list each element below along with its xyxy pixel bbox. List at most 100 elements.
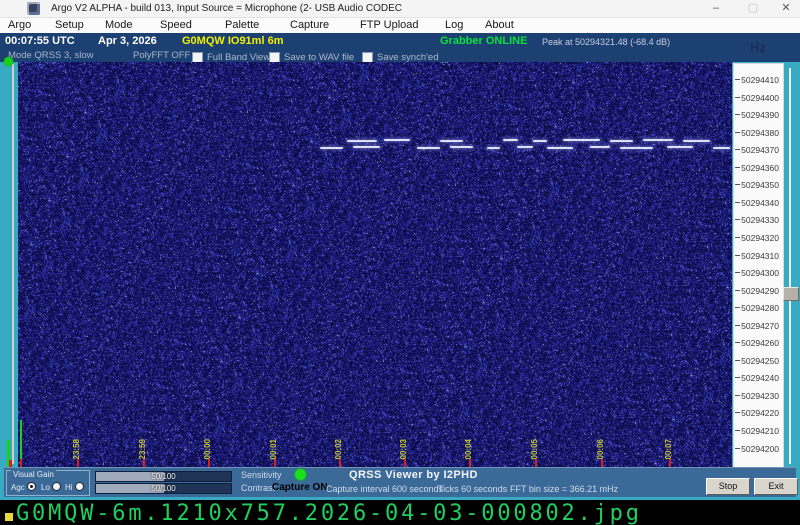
time-tick-mark — [601, 459, 603, 467]
menu-item-about[interactable]: About — [485, 19, 514, 31]
freq-tick-mark — [735, 167, 740, 168]
time-tick-0000: 00:00 — [203, 435, 215, 467]
freq-tick-mark — [735, 272, 740, 273]
waterfall-display[interactable] — [18, 62, 732, 467]
freq-label-row: 50294340 — [734, 198, 781, 208]
menu-item-mode[interactable]: Mode — [105, 19, 133, 31]
time-tick-0005: 00:05 — [530, 435, 542, 467]
freq-value: 50294240 — [741, 373, 779, 383]
menu-item-argo[interactable]: Argo — [8, 19, 31, 31]
freq-tick-mark — [735, 290, 740, 291]
qrss-signal-dash — [533, 140, 547, 142]
radio-hi[interactable]: Hi — [65, 482, 84, 492]
menu-item-setup[interactable]: Setup — [55, 19, 84, 31]
contrast-slider[interactable]: 50/100 — [95, 483, 232, 494]
qrss-signal-dash — [320, 147, 343, 149]
sensitivity-slider[interactable]: 50/100 — [95, 471, 232, 482]
time-tick-0001: 00:01 — [269, 435, 281, 467]
maximize-button[interactable]: ▢ — [742, 2, 764, 15]
ticks-info: Ticks 60 seconds — [438, 484, 507, 494]
freq-label-row: 50294220 — [734, 408, 781, 418]
freq-tick-mark — [735, 430, 740, 431]
freq-tick-mark — [735, 360, 740, 361]
qrss-signal-dash — [440, 140, 463, 142]
time-tick-label: 00:03 — [399, 439, 408, 459]
freq-value: 50294230 — [741, 391, 779, 401]
freq-value: 50294330 — [741, 215, 779, 225]
radio-label: Agc — [11, 483, 25, 492]
freq-label-row: 50294400 — [734, 93, 781, 103]
time-tick-label: 23:59 — [138, 439, 147, 459]
radio-circle[interactable] — [75, 482, 84, 491]
frequency-slider-track[interactable] — [789, 68, 791, 464]
time-tick-mark — [469, 459, 471, 467]
callsign-locator: G0MQW IO91ml 6m — [182, 35, 283, 47]
qrss-signal-dash — [667, 146, 693, 148]
menu-item-log[interactable]: Log — [445, 19, 463, 31]
close-button[interactable]: ✕ — [775, 2, 797, 15]
qrss-signal-dash — [563, 139, 600, 141]
freq-tick-mark — [735, 255, 740, 256]
freq-value: 50294370 — [741, 145, 779, 155]
time-tick-label: 23:58 — [72, 439, 81, 459]
freq-tick-mark — [735, 79, 740, 80]
freq-value: 50294390 — [741, 110, 779, 120]
menu-item-speed[interactable]: Speed — [160, 19, 192, 31]
freq-tick-mark — [735, 342, 740, 343]
radio-circle[interactable] — [27, 482, 36, 491]
frequency-slider-thumb[interactable] — [783, 287, 799, 301]
time-tick-0002: 00:02 — [334, 435, 346, 467]
exit-button[interactable]: Exit — [754, 478, 798, 495]
radio-lo[interactable]: Lo — [41, 482, 61, 492]
qrss-signal-dash — [450, 146, 473, 148]
radio-agc[interactable]: Agc — [11, 482, 36, 492]
checkbox-full-band-view[interactable]: Full Band View — [192, 49, 270, 60]
capture-indicator-light — [295, 469, 306, 480]
time-tick-0007: 00:07 — [664, 435, 676, 467]
time-tick-0006: 00:06 — [596, 435, 608, 467]
title-bar: Argo V2 ALPHA - build 013, Input Source … — [0, 0, 800, 18]
stop-button[interactable]: Stop — [706, 478, 750, 495]
freq-tick-mark — [735, 132, 740, 133]
freq-tick-mark — [735, 237, 740, 238]
freq-value: 50294380 — [741, 128, 779, 138]
qrss-signal-dash — [384, 139, 410, 141]
mode-readout: Mode QRSS 3, slow — [8, 50, 94, 61]
freq-value: 50294260 — [741, 338, 779, 348]
menu-item-ftp-upload[interactable]: FTP Upload — [360, 19, 419, 31]
time-tick-mark — [404, 459, 406, 467]
control-panel: Visual Gain AgcLoHi Sensitivity Contrast… — [4, 467, 796, 497]
freq-tick-mark — [735, 395, 740, 396]
qrss-signal-dash — [487, 147, 500, 149]
freq-value: 50294350 — [741, 180, 779, 190]
fft-bin-info: FFT bin size = 366.21 mHz — [510, 484, 618, 494]
freq-tick-mark — [735, 202, 740, 203]
freq-value: 50294220 — [741, 408, 779, 418]
minimize-button[interactable]: – — [705, 2, 727, 15]
qrss-signal-dash — [347, 140, 377, 142]
visual-gain-gauge-thumb[interactable] — [4, 57, 13, 66]
time-tick-label: 00:07 — [664, 439, 673, 459]
freq-label-row: 50294270 — [734, 321, 781, 331]
window-title: Argo V2 ALPHA - build 013, Input Source … — [51, 3, 402, 14]
checkbox-save-to-wav-file[interactable]: Save to WAV file — [269, 49, 354, 60]
menu-item-palette[interactable]: Palette — [225, 19, 259, 31]
qrss-signal-dash — [620, 147, 653, 149]
menu-item-capture[interactable]: Capture — [290, 19, 329, 31]
freq-label-row: 50294230 — [734, 391, 781, 401]
polyfft-readout[interactable]: PolyFFT OFF — [133, 50, 190, 61]
capture-start-marker — [20, 420, 22, 460]
time-tick-mark — [274, 459, 276, 467]
radio-circle[interactable] — [52, 482, 61, 491]
freq-tick-mark — [735, 184, 740, 185]
visual-gain-gauge-track[interactable] — [12, 64, 14, 464]
frequency-scale: 5029441050294400502943905029438050294370… — [733, 63, 784, 468]
qrss-signal-dash — [417, 147, 440, 149]
checkbox-save-synch-ed[interactable]: Save synch'ed — [362, 49, 439, 60]
radio-label: Lo — [41, 483, 50, 492]
argo-window: Argo V2 ALPHA - build 013, Input Source … — [0, 0, 800, 500]
capture-status[interactable]: Capture ON — [272, 482, 328, 493]
capture-start-tick — [20, 459, 22, 467]
freq-value: 50294300 — [741, 268, 779, 278]
time-tick-label: 00:01 — [269, 439, 278, 459]
